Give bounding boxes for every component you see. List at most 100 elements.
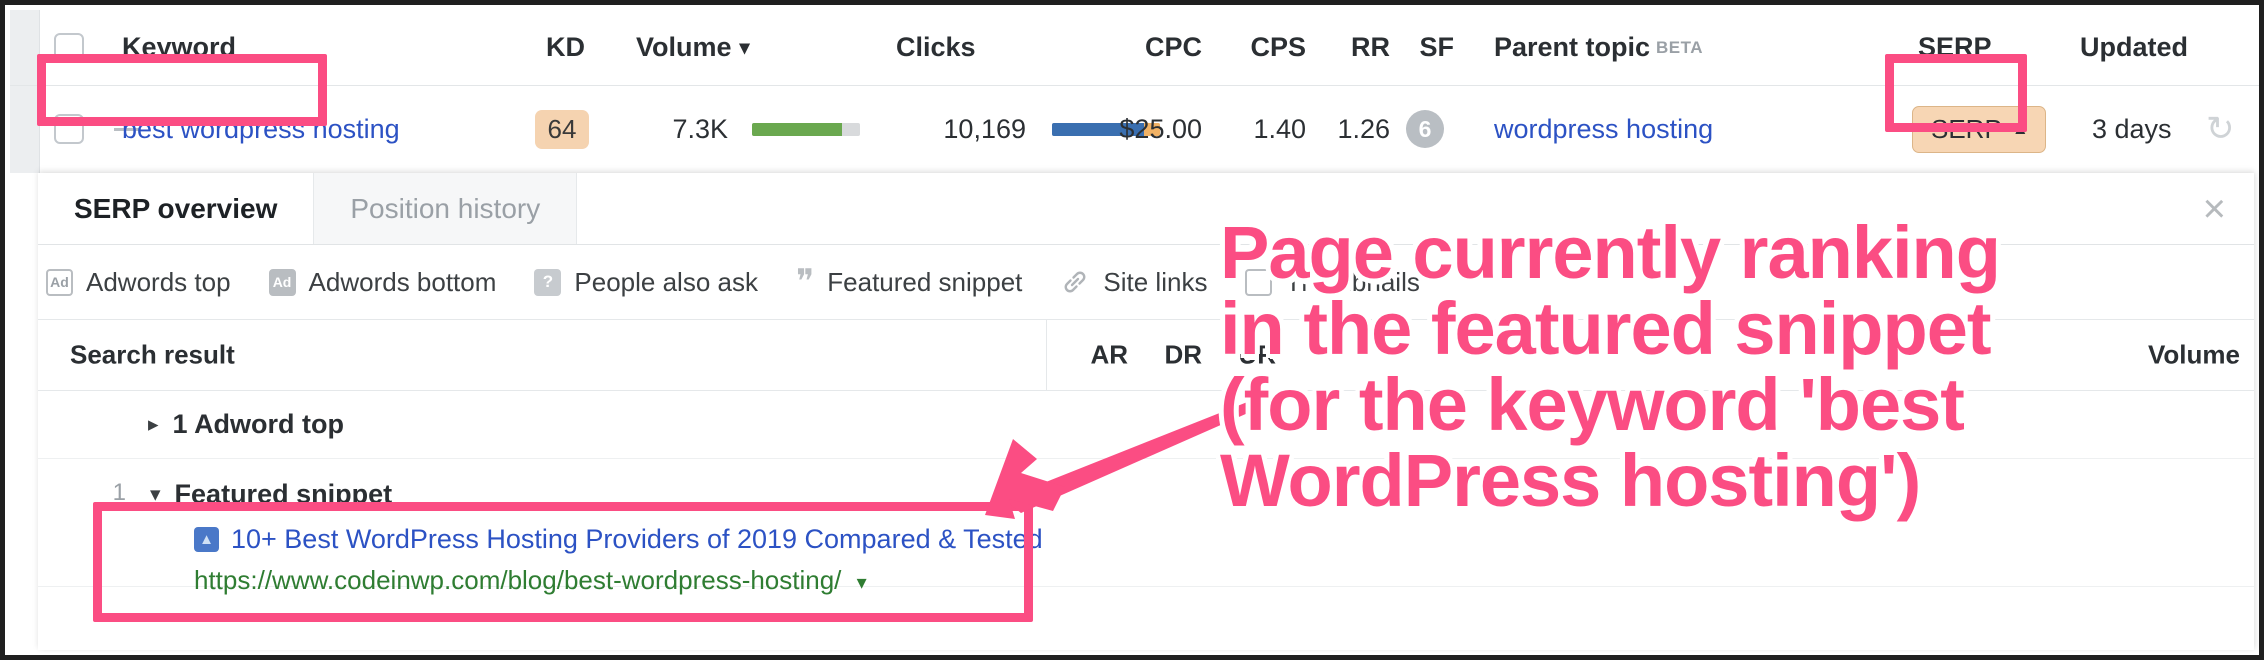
serp-overview-panel: SERP overview Position history × Ad Adwo… (38, 173, 2254, 650)
kd-cell: 64 (530, 86, 594, 172)
column-header-ar[interactable]: AR (1068, 340, 1128, 371)
serp-button-label: SERP (1931, 113, 2002, 144)
volume-bar-fill (752, 122, 842, 136)
column-header-kd[interactable]: KD (546, 10, 585, 85)
parent-topic-text: wordpress hosting (1494, 113, 1714, 144)
cpc-cell: $25.00 (1092, 86, 1202, 172)
column-header-volume[interactable]: Volume (2128, 340, 2240, 371)
column-header-clicks[interactable]: Clicks (896, 10, 976, 85)
volume-value: 7.3K (672, 113, 728, 144)
feature-label: Adwords bottom (308, 266, 497, 297)
column-label-updated: Updated (2080, 32, 2188, 62)
select-all-checkbox[interactable] (54, 10, 84, 85)
adwords-top-icon: Ad (46, 268, 73, 296)
column-label-kd: KD (546, 32, 585, 62)
panel-tab-bar: SERP overview Position history × (38, 173, 2254, 245)
rr-value: 1.26 (1337, 113, 1390, 144)
link-icon (1060, 269, 1090, 295)
cps-value: 1.40 (1253, 113, 1306, 144)
column-header-serp[interactable]: SERP (1918, 10, 1992, 85)
cpc-value: $25.00 (1119, 113, 1202, 144)
column-label-cpc: CPC (1144, 32, 1202, 62)
list-item[interactable]: 1 ▾ Featured snippet ▲ 10+ Best WordPres… (38, 459, 2254, 595)
chevron-down-icon[interactable]: ▾ (857, 572, 867, 594)
column-header-cps[interactable]: CPS (1210, 10, 1306, 85)
serp-button-inner: SERP ▲ (1912, 105, 2046, 153)
column-label-sf: SF (1419, 32, 1454, 62)
chevron-right-icon[interactable]: ▸ (148, 412, 159, 437)
chevron-down-icon[interactable]: ▾ (150, 482, 161, 507)
result-group-title: 1 Adword top (172, 409, 345, 439)
column-header-sf[interactable]: SF (1392, 10, 1454, 85)
column-label-cps: CPS (1250, 32, 1306, 62)
close-panel-button[interactable]: × (2203, 189, 2226, 229)
keyword-table: Keyword KD Volume ▾ Clicks CPC CPS RR SF… (10, 10, 2259, 173)
checkbox-box (54, 32, 84, 63)
search-result-label: Search result (70, 339, 235, 370)
column-header-keyword[interactable]: Keyword (122, 10, 236, 85)
tab-label: SERP overview (74, 192, 278, 224)
clicks-cell: 10,169 (876, 86, 1026, 172)
featured-snippet-block: ▾ Featured snippet ▲ 10+ Best WordPress … (148, 479, 1043, 596)
column-header-rr[interactable]: RR (1310, 10, 1390, 85)
beta-badge: BETA (1656, 37, 1704, 57)
column-header-ur[interactable]: UR (1216, 340, 1276, 371)
volume-bar-track (752, 122, 860, 136)
column-header-dr[interactable]: DR (1142, 340, 1202, 371)
row-checkbox[interactable] (54, 86, 84, 172)
clicks-value: 10,169 (943, 113, 1026, 144)
parent-topic-link[interactable]: wordpress hosting (1494, 86, 1713, 172)
result-url[interactable]: https://www.codeinwp.com/blog/best-wordp… (194, 565, 1043, 596)
list-item[interactable]: ▸ 1 Adword top (38, 391, 2254, 459)
sf-badge: 6 (1406, 110, 1444, 148)
sf-cell: 6 (1400, 86, 1450, 172)
featured-snippet-heading: ▾ Featured snippet (150, 479, 1043, 510)
feature-adwords-top[interactable]: Ad Adwords top (46, 267, 231, 298)
search-result-entry: ▲ 10+ Best WordPress Hosting Providers o… (150, 524, 1043, 596)
tab-position-history[interactable]: Position history (313, 173, 578, 244)
refresh-icon: ↻ (2206, 110, 2235, 148)
tab-label: Position history (350, 192, 541, 224)
keyword-link[interactable]: best wordpress hosting (122, 86, 400, 172)
close-icon: × (2202, 186, 2226, 231)
feature-label: People also ask (574, 266, 758, 297)
column-label-parent-topic: Parent topic (1494, 32, 1651, 62)
column-label-rr: RR (1351, 32, 1390, 62)
column-header-parent-topic[interactable]: Parent topic BETA (1494, 10, 1703, 85)
refresh-button[interactable]: ↻ (2206, 86, 2235, 172)
feature-label: Adwords top (86, 266, 231, 297)
serp-toggle-button[interactable]: SERP ▲ (1912, 86, 2046, 172)
rr-cell: 1.26 (1310, 86, 1390, 172)
result-index: 1 (112, 479, 126, 506)
feature-adwords-bottom[interactable]: Ad Adwords bottom (268, 266, 497, 298)
column-label-serp: SERP (1918, 32, 1992, 62)
updated-value: 3 days (2092, 113, 2172, 144)
cps-cell: 1.40 (1210, 86, 1306, 172)
keyword-table-header: Keyword KD Volume ▾ Clicks CPC CPS RR SF… (10, 10, 2259, 86)
column-header-cpc[interactable]: CPC (1092, 10, 1202, 85)
volume-bar (752, 86, 860, 172)
feature-site-links[interactable]: Site links (1060, 267, 1207, 298)
column-header-updated[interactable]: Updated (2080, 10, 2188, 85)
caret-up-icon: ▲ (2011, 119, 2029, 138)
result-group-title: Featured snippet (174, 479, 393, 509)
result-title-link[interactable]: ▲ 10+ Best WordPress Hosting Providers o… (194, 524, 1043, 555)
header-divider (1046, 320, 1047, 390)
feature-thumbnails[interactable]: Thumbnails (1245, 267, 1420, 298)
serp-feature-filters: Ad Adwords top Ad Adwords bottom ? Peopl… (38, 245, 2254, 319)
search-result-header: Search result AR DR UR Volume (38, 319, 2254, 391)
screenshot-root: Keyword KD Volume ▾ Clicks CPC CPS RR SF… (0, 0, 2264, 660)
updated-cell: 3 days (2092, 86, 2172, 172)
column-header-volume[interactable]: Volume ▾ (636, 10, 750, 85)
tab-serp-overview[interactable]: SERP overview (38, 173, 314, 244)
column-label-volume: Volume (636, 32, 732, 62)
feature-people-also-ask[interactable]: ? People also ask (534, 267, 758, 298)
favicon-icon: ▲ (194, 527, 219, 552)
keyword-text: best wordpress hosting (122, 113, 400, 144)
feature-label: Featured snippet (827, 266, 1023, 297)
checkbox-box (54, 114, 84, 144)
kd-badge: 64 (534, 109, 590, 149)
table-row[interactable]: best wordpress hosting 64 7.3K 10,169 $2… (10, 86, 2259, 172)
feature-featured-snippet[interactable]: ❞ Featured snippet (796, 264, 1023, 299)
feature-label: Site links (1103, 266, 1208, 297)
